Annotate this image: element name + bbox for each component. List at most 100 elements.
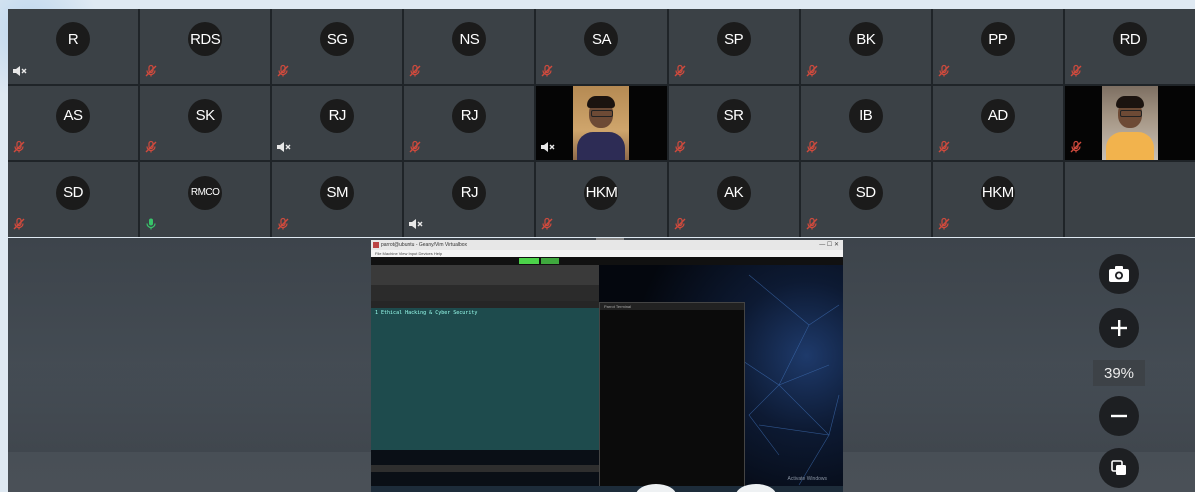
participant-avatar: RMCO xyxy=(188,175,223,210)
participant-avatar: AD xyxy=(980,98,1015,133)
speaker-muted-icon xyxy=(408,217,424,233)
watermark-text: Activate Windows xyxy=(787,476,827,482)
speaker-muted-icon xyxy=(12,64,28,80)
participant-avatar: AK xyxy=(716,175,751,210)
mic-muted-icon xyxy=(12,217,28,233)
participant-avatar: SA xyxy=(584,22,619,57)
participant-avatar: SK xyxy=(188,98,223,133)
editor-line: 1 Ethical Hacking & Cyber Security xyxy=(375,310,478,316)
participant-tile[interactable]: SM xyxy=(272,162,403,237)
mic-muted-icon xyxy=(937,217,953,233)
editor-body: 1 Ethical Hacking & Cyber Security xyxy=(371,308,599,450)
participant-avatar: PP xyxy=(980,22,1015,57)
participant-tile[interactable]: PP xyxy=(932,9,1063,84)
participant-tile[interactable]: SG xyxy=(272,9,403,84)
window-menubar: File Machine View Input Devices Help xyxy=(371,250,843,257)
participant-tile[interactable]: SK xyxy=(140,85,271,161)
window-title: parrot@ubuntu - Geany/Vim Virtualbox xyxy=(381,242,468,248)
mic-muted-icon xyxy=(408,140,424,156)
mic-muted-icon xyxy=(805,217,821,233)
participant-avatar: RJ xyxy=(452,175,487,210)
editor-toolbar xyxy=(371,265,599,285)
zoom-in-icon[interactable] xyxy=(1099,308,1139,348)
participant-tile[interactable]: SP xyxy=(668,9,799,84)
participant-tile[interactable]: R xyxy=(8,9,139,84)
mic-muted-icon xyxy=(540,64,556,80)
participant-avatar: SR xyxy=(716,98,751,133)
camera-icon[interactable] xyxy=(1099,254,1139,294)
participant-avatar: BK xyxy=(848,22,883,57)
app-icon xyxy=(373,242,379,248)
participant-avatar: R xyxy=(56,22,91,57)
terminal-window: Parrot Terminal xyxy=(599,302,745,489)
participant-tile[interactable]: RJ xyxy=(404,85,535,161)
mic-muted-icon xyxy=(12,140,28,156)
zoom-level: 39% xyxy=(1093,360,1145,386)
participant-avatar: RD xyxy=(1112,22,1147,57)
mic-muted-icon xyxy=(673,140,689,156)
participant-avatar: SD xyxy=(56,175,91,210)
participant-tile[interactable]: HKM xyxy=(932,162,1063,237)
zoom-controls: 39% xyxy=(1085,240,1195,492)
participant-tile[interactable]: RMCO xyxy=(140,162,271,237)
participant-video xyxy=(1101,85,1158,160)
participant-avatar: SD xyxy=(848,175,883,210)
speaker-muted-icon xyxy=(276,140,292,156)
editor-tabs xyxy=(371,301,599,308)
mic-muted-icon xyxy=(276,217,292,233)
participant-tile[interactable]: BK xyxy=(800,9,931,84)
participant-avatar: HKM xyxy=(980,175,1015,210)
participant-video xyxy=(573,85,630,160)
mic-muted-icon xyxy=(1069,140,1085,156)
participant-tile[interactable]: IB xyxy=(800,85,931,161)
participant-tile[interactable]: SA xyxy=(536,9,667,84)
indicator-green xyxy=(519,258,539,264)
mic-muted-icon xyxy=(1069,64,1085,80)
mic-muted-icon xyxy=(673,217,689,233)
mic-on-icon xyxy=(144,217,160,233)
mic-muted-icon xyxy=(144,140,160,156)
mic-muted-icon xyxy=(276,64,292,80)
mic-muted-icon xyxy=(937,140,953,156)
participant-tile[interactable]: AK xyxy=(668,162,799,237)
mic-muted-icon xyxy=(937,64,953,80)
participant-avatar: SM xyxy=(320,175,355,210)
participant-tile[interactable]: AS xyxy=(8,85,139,161)
mic-muted-icon xyxy=(540,217,556,233)
participant-tile[interactable]: RJ xyxy=(272,85,403,161)
participant-tile[interactable]: RD xyxy=(1064,9,1195,84)
participant-avatar: SG xyxy=(320,22,355,57)
participant-avatar: SP xyxy=(716,22,751,57)
mic-muted-icon xyxy=(144,64,160,80)
participant-avatar: RDS xyxy=(188,22,223,57)
window-controls: — ☐ ✕ xyxy=(819,242,839,248)
participant-tile[interactable]: NS xyxy=(404,9,535,84)
participant-tile[interactable]: SD xyxy=(8,162,139,237)
participant-grid: R RDS SG NS SA SP BK PP RD AS SK RJ RJ SR IB AD SD RMCO SM… xyxy=(8,9,1195,237)
participant-avatar: NS xyxy=(452,22,487,57)
mic-muted-icon xyxy=(673,64,689,80)
indicator-green-2 xyxy=(541,258,559,264)
participant-tile[interactable]: HKM xyxy=(536,162,667,237)
zoom-out-icon[interactable] xyxy=(1099,396,1139,436)
shared-screen[interactable]: parrot@ubuntu - Geany/Vim Virtualbox — ☐… xyxy=(371,240,843,492)
participant-avatar: IB xyxy=(848,98,883,133)
editor-window: 1 Ethical Hacking & Cyber Security xyxy=(371,265,599,472)
participant-avatar: RJ xyxy=(452,98,487,133)
participant-tile[interactable]: SD xyxy=(800,162,931,237)
window-titlebar: parrot@ubuntu - Geany/Vim Virtualbox — ☐… xyxy=(371,240,843,250)
participant-avatar: HKM xyxy=(584,175,619,210)
participant-tile[interactable] xyxy=(1064,85,1195,161)
participant-tile[interactable]: SR xyxy=(668,85,799,161)
participant-tile[interactable]: RDS xyxy=(140,9,271,84)
shared-screen-area: parrot@ubuntu - Geany/Vim Virtualbox — ☐… xyxy=(8,238,1195,492)
mic-muted-icon xyxy=(805,64,821,80)
mic-muted-icon xyxy=(408,64,424,80)
participant-tile[interactable]: AD xyxy=(932,85,1063,161)
participant-avatar: AS xyxy=(56,98,91,133)
copy-screen-icon[interactable] xyxy=(1099,448,1139,488)
participant-avatar: RJ xyxy=(320,98,355,133)
participant-tile xyxy=(1064,162,1195,237)
participant-tile[interactable]: RJ xyxy=(404,162,535,237)
participant-tile[interactable] xyxy=(536,85,667,161)
